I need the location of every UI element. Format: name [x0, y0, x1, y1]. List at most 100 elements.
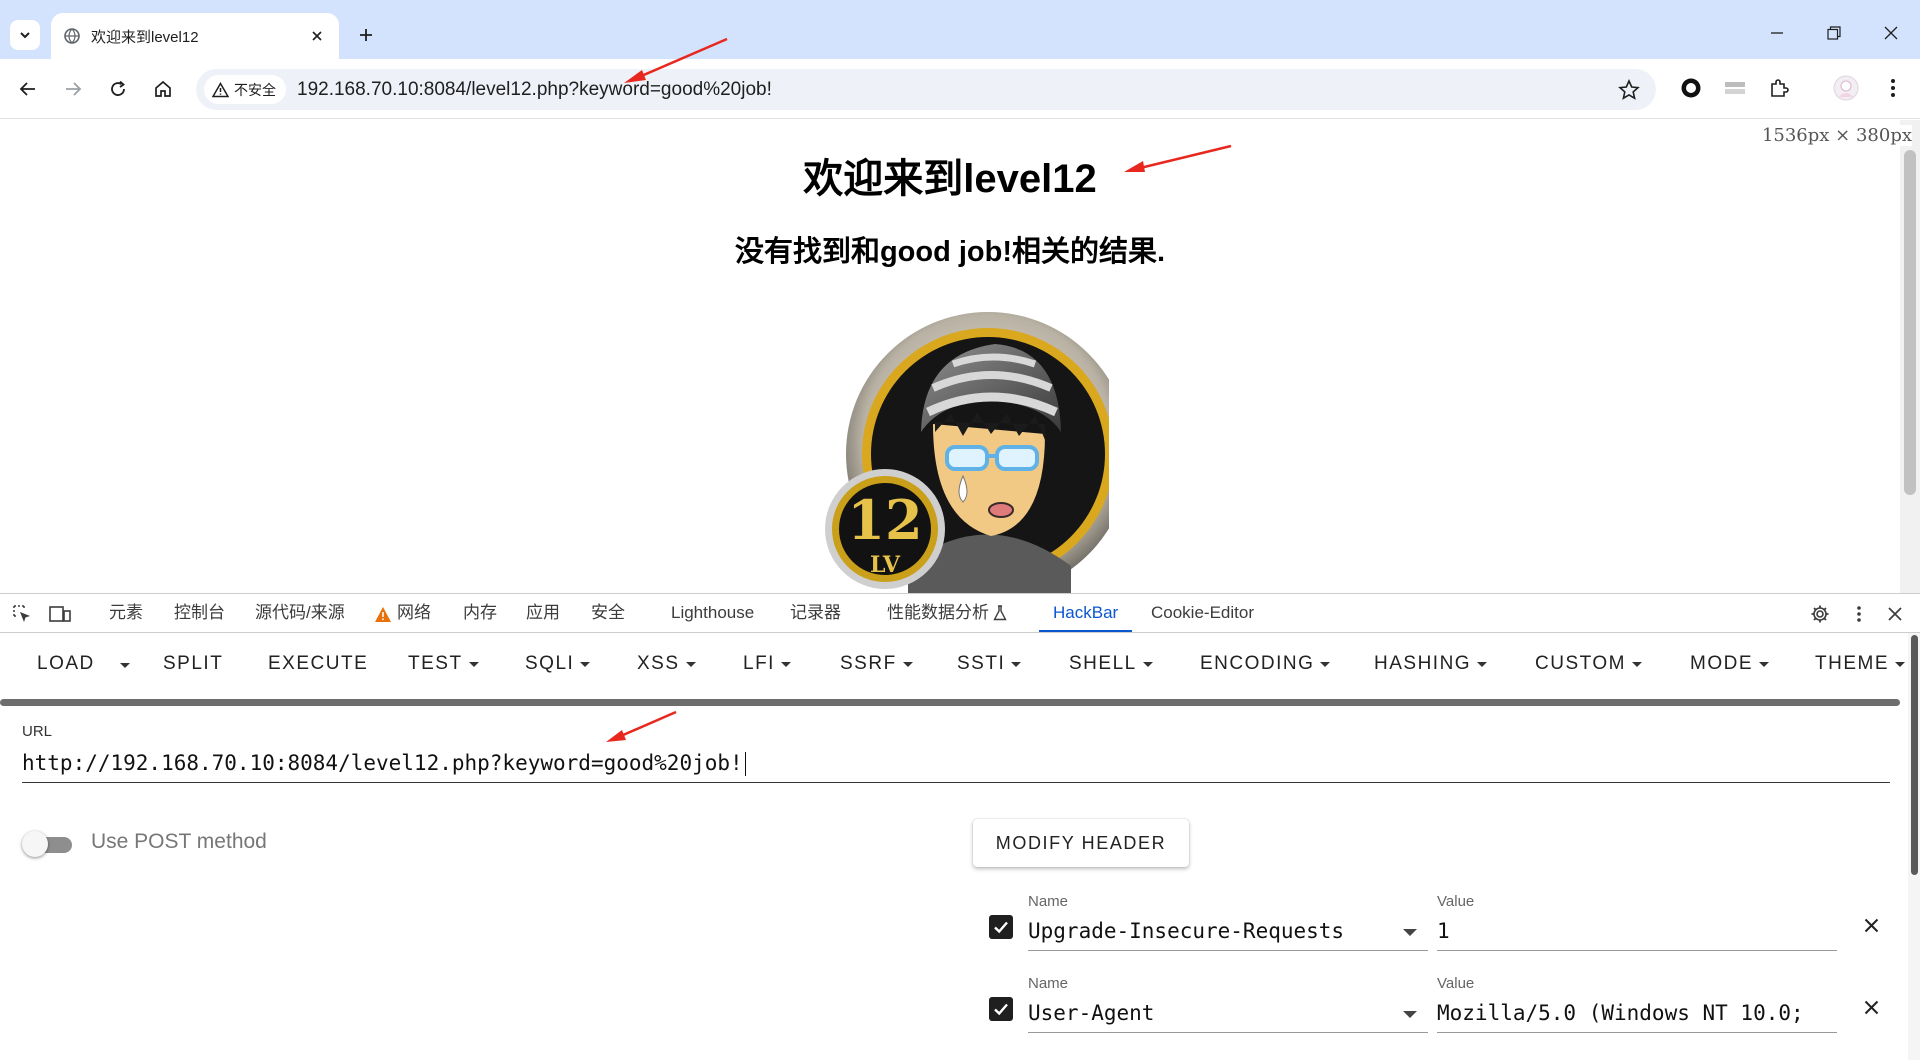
caret-down-icon [1403, 929, 1417, 936]
extensions-button[interactable] [1765, 74, 1793, 102]
devtools-close-button[interactable] [1884, 603, 1906, 625]
devtools-tab-console[interactable]: 控制台 [174, 594, 225, 632]
reload-button[interactable] [103, 74, 133, 104]
hackbar-split-button[interactable]: SPLIT [163, 653, 223, 675]
warning-icon [212, 81, 229, 97]
devtools-tab-elements[interactable]: 元素 [109, 594, 143, 632]
page-viewport: 欢迎来到level12 没有找到和good job!相关的结果. 12 LV 1… [0, 120, 1920, 593]
tab-search-button[interactable] [10, 20, 40, 50]
devtools-menu-button[interactable] [1848, 603, 1870, 625]
header-delete-button[interactable] [1859, 913, 1883, 937]
close-icon [1888, 607, 1902, 621]
check-icon [994, 921, 1008, 934]
hackbar-custom-menu[interactable]: CUSTOM [1535, 653, 1642, 675]
header-value-label: Value [1437, 893, 1475, 910]
header-name-select[interactable]: User-Agent [1028, 995, 1428, 1033]
header-delete-button[interactable] [1859, 995, 1883, 1019]
security-label: 不安全 [234, 81, 276, 98]
browser-toolbar: 不安全 192.168.70.10:8084/level12.php?keywo… [0, 59, 1920, 119]
new-tab-button[interactable] [353, 22, 379, 48]
url-field-label: URL [22, 723, 53, 740]
hackbar-sqli-menu[interactable]: SQLI [525, 653, 591, 675]
devtools-tab-hackbar[interactable]: HackBar [1039, 594, 1133, 632]
page-scrollbar[interactable] [1900, 120, 1920, 593]
extension-circle-icon[interactable] [1677, 74, 1705, 102]
devtools-tab-network[interactable]: 网络 [397, 594, 431, 632]
url-input[interactable]: http://192.168.70.10:8084/level12.php?ke… [22, 743, 1890, 783]
caret-down-icon [780, 661, 791, 667]
hackbar-mode-menu[interactable]: MODE [1690, 653, 1769, 675]
badge-suffix: LV [870, 552, 901, 578]
device-icon [49, 606, 71, 622]
header-row: Name Value Upgrade-Insecure-Requests 1 [985, 893, 1885, 959]
devtools-scrollbar-thumb[interactable] [1911, 635, 1918, 875]
header-name-select[interactable]: Upgrade-Insecure-Requests [1028, 913, 1428, 951]
hackbar-load-button[interactable]: LOAD [37, 653, 95, 675]
home-icon [155, 80, 171, 97]
modify-header-button[interactable]: MODIFY HEADER [973, 819, 1189, 867]
inspect-icon [13, 605, 30, 622]
devtools-tab-memory[interactable]: 内存 [463, 594, 497, 632]
browser-menu-button[interactable] [1879, 74, 1907, 102]
hackbar-theme-menu[interactable]: THEME [1815, 653, 1905, 675]
devtools-tab-sources[interactable]: 源代码/来源 [255, 594, 345, 632]
chevron-down-icon [20, 32, 30, 39]
hackbar-ssrf-menu[interactable]: SSRF [840, 653, 913, 675]
devtools-tab-lighthouse[interactable]: Lighthouse [671, 594, 754, 632]
devtools-tab-performance-insights[interactable]: 性能数据分析 [887, 594, 989, 632]
hackbar-execute-button[interactable]: EXECUTE [268, 653, 368, 675]
toggle-knob [22, 831, 48, 857]
header-value-input[interactable]: Mozilla/5.0 (Windows NT 10.0; [1437, 995, 1837, 1033]
extension-bars-icon[interactable] [1721, 74, 1749, 102]
caret-down-icon [685, 661, 696, 667]
devtools-tab-security[interactable]: 安全 [591, 594, 625, 632]
window-close-button[interactable] [1876, 18, 1906, 48]
search-result-message: 没有找到和good job!相关的结果. [734, 236, 1166, 268]
security-chip[interactable]: 不安全 [204, 75, 286, 104]
caret-down-icon [1895, 661, 1905, 667]
device-toolbar-button[interactable] [49, 603, 71, 625]
hackbar-lfi-menu[interactable]: LFI [743, 653, 791, 675]
forward-button[interactable] [58, 74, 88, 104]
devtools-tab-cookie-editor[interactable]: Cookie-Editor [1151, 594, 1254, 632]
warning-icon [373, 604, 393, 624]
hackbar-xss-menu[interactable]: XSS [637, 653, 696, 675]
caret-down-icon [1403, 1011, 1417, 1018]
hackbar-test-menu[interactable]: TEST [408, 653, 479, 675]
bookmark-star-icon[interactable] [1618, 79, 1640, 101]
devtools-tab-recorder[interactable]: 记录器 [790, 594, 841, 632]
restore-button[interactable] [1819, 18, 1849, 48]
address-url: 192.168.70.10:8084/level12.php?keyword=g… [297, 79, 772, 100]
home-button[interactable] [148, 74, 178, 104]
inspect-element-button[interactable] [11, 603, 33, 625]
caret-down-icon [120, 662, 130, 668]
devtools-scrollbar[interactable] [1908, 633, 1920, 1060]
header-value-input[interactable]: 1 [1437, 913, 1837, 951]
caret-down-icon [468, 661, 479, 667]
hackbar-menu-divider [0, 699, 1900, 706]
post-method-label: Use POST method [91, 830, 267, 853]
caret-down-icon [1477, 661, 1488, 667]
caret-down-icon [1759, 661, 1769, 667]
page-heading: 欢迎来到level12 [803, 157, 1097, 201]
header-enabled-checkbox[interactable] [989, 915, 1013, 939]
close-icon [1864, 918, 1878, 932]
plus-icon [360, 29, 372, 41]
post-method-toggle[interactable] [22, 830, 74, 858]
devtools-settings-button[interactable] [1809, 603, 1831, 625]
record-icon [1681, 78, 1701, 98]
profile-avatar[interactable] [1832, 74, 1860, 102]
header-enabled-checkbox[interactable] [989, 997, 1013, 1021]
minimize-button[interactable] [1762, 18, 1792, 48]
back-button[interactable] [13, 74, 43, 104]
address-bar[interactable]: 不安全 192.168.70.10:8084/level12.php?keywo… [196, 69, 1656, 110]
browser-tab-active[interactable]: 欢迎来到level12 [51, 13, 339, 59]
hackbar-shell-menu[interactable]: SHELL [1069, 653, 1153, 675]
hackbar-ssti-menu[interactable]: SSTI [957, 653, 1022, 675]
hackbar-load-dropdown[interactable] [120, 653, 130, 677]
tab-close-button[interactable] [307, 26, 327, 46]
page-scrollbar-thumb[interactable] [1904, 150, 1916, 495]
devtools-tab-application[interactable]: 应用 [526, 594, 560, 632]
hackbar-encoding-menu[interactable]: ENCODING [1200, 653, 1331, 675]
hackbar-hashing-menu[interactable]: HASHING [1374, 653, 1488, 675]
